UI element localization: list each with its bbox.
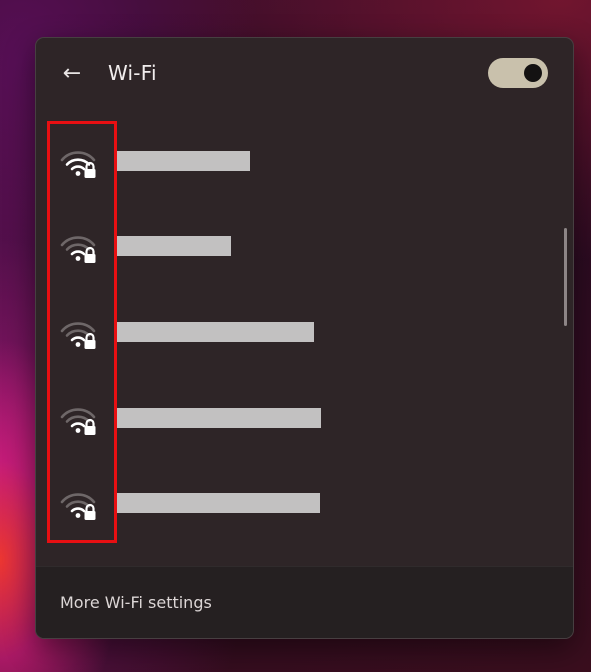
back-button[interactable]: ← <box>58 60 86 88</box>
wifi-flyout-panel: ← Wi-Fi More Wi-Fi settings <box>35 37 574 639</box>
toggle-knob <box>524 64 542 82</box>
network-name <box>117 408 321 428</box>
network-name <box>117 236 231 256</box>
wifi-lock-icon <box>60 493 96 520</box>
network-name <box>117 322 314 342</box>
back-arrow-icon: ← <box>62 61 82 86</box>
network-name <box>117 151 250 171</box>
network-item[interactable] <box>36 289 556 369</box>
network-item[interactable] <box>36 203 556 283</box>
network-item[interactable] <box>36 375 556 455</box>
network-item[interactable] <box>36 118 556 198</box>
wifi-toggle[interactable] <box>488 58 548 88</box>
network-list <box>36 118 573 568</box>
network-item[interactable] <box>36 460 556 540</box>
network-name <box>117 493 320 513</box>
wifi-lock-icon <box>60 236 96 263</box>
wifi-lock-icon <box>60 322 96 349</box>
page-title: Wi-Fi <box>108 61 157 85</box>
scrollbar[interactable] <box>564 228 567 326</box>
footer: More Wi-Fi settings <box>36 566 573 638</box>
more-wifi-settings-link[interactable]: More Wi-Fi settings <box>60 593 212 612</box>
wifi-lock-icon <box>60 408 96 435</box>
wifi-header: ← Wi-Fi <box>36 38 573 110</box>
wifi-lock-icon <box>60 151 96 178</box>
